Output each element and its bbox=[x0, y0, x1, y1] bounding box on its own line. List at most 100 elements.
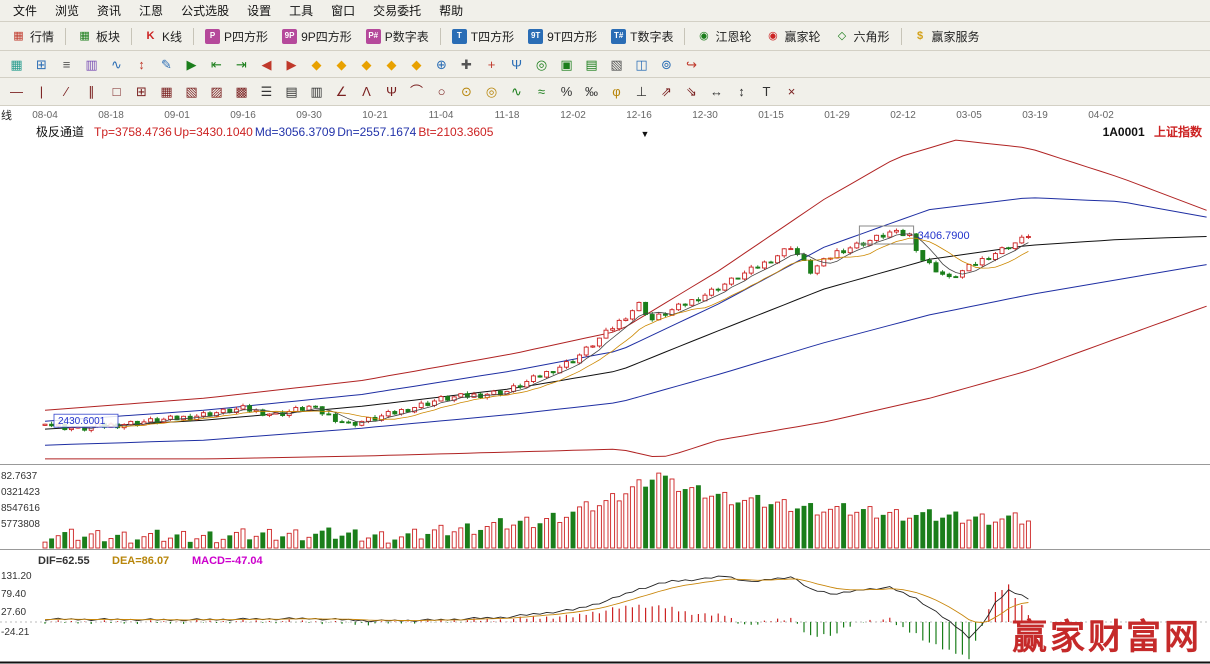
hline-icon: — bbox=[10, 85, 23, 98]
winner-service-icon: $ bbox=[913, 29, 928, 44]
vline-icon: | bbox=[40, 85, 43, 98]
diamond-5-button[interactable]: ◆ bbox=[404, 54, 429, 75]
prev-button[interactable]: ◀ bbox=[254, 54, 279, 75]
winner-wheel-button[interactable]: ◉赢家轮 bbox=[758, 25, 827, 48]
diamond-3-button[interactable]: ◆ bbox=[354, 54, 379, 75]
arrow-h-button[interactable]: ↔ bbox=[704, 81, 729, 102]
arc-button[interactable]: ⌒ bbox=[404, 81, 429, 102]
exit-button[interactable]: ↪ bbox=[679, 54, 704, 75]
play-button[interactable]: ▶ bbox=[179, 54, 204, 75]
updown-button[interactable]: ↕ bbox=[129, 54, 154, 75]
wave-button[interactable]: ∿ bbox=[504, 81, 529, 102]
market-view-button[interactable]: ▦ bbox=[4, 54, 29, 75]
t-square-button[interactable]: TT四方形 bbox=[445, 25, 521, 48]
ma5-line bbox=[71, 234, 1028, 428]
chart-button[interactable]: ▥ bbox=[79, 54, 104, 75]
panel-button[interactable]: ⊞ bbox=[29, 54, 54, 75]
hatch-left-button[interactable]: ▧ bbox=[179, 81, 204, 102]
icon-toolbar: ▦⊞≡▥∿↕✎▶⇤⇥◀▶◆◆◆◆◆⊕✚+Ψ◎▣▤▧◫⊚↪ bbox=[0, 51, 1210, 78]
calendar-button[interactable]: ▣ bbox=[554, 54, 579, 75]
last-page-button[interactable]: ⇥ bbox=[229, 54, 254, 75]
golden-ratio-icon: φ bbox=[612, 85, 620, 98]
diamond-2-button[interactable]: ◆ bbox=[329, 54, 354, 75]
pen-button[interactable]: ✎ bbox=[154, 54, 179, 75]
chart-canvas[interactable]: 08-0408-1809-0109-1609-3010-2111-0411-18… bbox=[0, 106, 1210, 664]
hatch-right-icon: ▨ bbox=[210, 85, 222, 98]
p9-square-label: 9P四方形 bbox=[301, 28, 352, 45]
text-tool-button[interactable]: T bbox=[754, 81, 779, 102]
arrow-se-button[interactable]: ⇘ bbox=[679, 81, 704, 102]
quote-list-button[interactable]: ≡ bbox=[54, 54, 79, 75]
kline-button[interactable]: KK线 bbox=[136, 25, 189, 48]
permille-button[interactable]: ‰ bbox=[579, 81, 604, 102]
svg-text:02-12: 02-12 bbox=[890, 110, 916, 121]
gann-grid-button[interactable]: ▦ bbox=[154, 81, 179, 102]
cycle-button[interactable]: ⊙ bbox=[454, 81, 479, 102]
diamond-4-button[interactable]: ◆ bbox=[379, 54, 404, 75]
t-table-button[interactable]: T#T数字表 bbox=[604, 25, 680, 48]
crosshair-button[interactable]: + bbox=[479, 54, 504, 75]
menu-browse[interactable]: 浏览 bbox=[46, 0, 88, 21]
menu-help[interactable]: 帮助 bbox=[430, 0, 472, 21]
wave2-button[interactable]: ≈ bbox=[529, 81, 554, 102]
hatch-right-button[interactable]: ▨ bbox=[204, 81, 229, 102]
menu-window[interactable]: 窗口 bbox=[322, 0, 364, 21]
blocks-label: 板块 bbox=[96, 28, 120, 45]
fan-lines-button[interactable]: Ψ bbox=[379, 81, 404, 102]
menu-gann[interactable]: 江恩 bbox=[130, 0, 172, 21]
quotes-button[interactable]: ▦行情 bbox=[4, 25, 61, 48]
ladder-button[interactable]: ☰ bbox=[254, 81, 279, 102]
hline-button[interactable]: — bbox=[4, 81, 29, 102]
wedge-button[interactable]: Λ bbox=[354, 81, 379, 102]
hand-button[interactable]: ✚ bbox=[454, 54, 479, 75]
menu-news[interactable]: 资讯 bbox=[88, 0, 130, 21]
menu-trade[interactable]: 交易委托 bbox=[364, 0, 430, 21]
arrow-ne-button[interactable]: ⇗ bbox=[654, 81, 679, 102]
hatch-cross-button[interactable]: ▩ bbox=[229, 81, 254, 102]
antenna-button[interactable]: Ψ bbox=[504, 54, 529, 75]
t9-square-button[interactable]: 9T9T四方形 bbox=[521, 25, 604, 48]
p-table-button[interactable]: P#P数字表 bbox=[359, 25, 436, 48]
next-icon: ▶ bbox=[287, 58, 297, 71]
percent-button[interactable]: % bbox=[554, 81, 579, 102]
world-button[interactable]: ⊚ bbox=[654, 54, 679, 75]
clipboard-button[interactable]: ▧ bbox=[604, 54, 629, 75]
winner-service-button[interactable]: $赢家服务 bbox=[906, 25, 987, 48]
trend-button[interactable]: ∿ bbox=[104, 54, 129, 75]
next-button[interactable]: ▶ bbox=[279, 54, 304, 75]
p-square-button[interactable]: PP四方形 bbox=[198, 25, 275, 48]
channel-button[interactable]: ∥ bbox=[79, 81, 104, 102]
menu-formula-pick[interactable]: 公式选股 bbox=[172, 0, 238, 21]
angle-button[interactable]: ∠ bbox=[329, 81, 354, 102]
save-button[interactable]: ◫ bbox=[629, 54, 654, 75]
menu-tools[interactable]: 工具 bbox=[280, 0, 322, 21]
circle-tool-button[interactable]: ○ bbox=[429, 81, 454, 102]
spiral-button[interactable]: ◎ bbox=[479, 81, 504, 102]
kline-label: K线 bbox=[162, 28, 182, 45]
gann-box-button[interactable]: ⊞ bbox=[129, 81, 154, 102]
diamond-1-button[interactable]: ◆ bbox=[304, 54, 329, 75]
globe-button[interactable]: ◎ bbox=[529, 54, 554, 75]
menu-settings[interactable]: 设置 bbox=[238, 0, 280, 21]
p9-square-button[interactable]: 9P9P四方形 bbox=[275, 25, 359, 48]
gann-wheel-button[interactable]: ◉江恩轮 bbox=[689, 25, 758, 48]
ruler-button[interactable]: ⊥ bbox=[629, 81, 654, 102]
dense-grid-button[interactable]: ▥ bbox=[304, 81, 329, 102]
golden-ratio-button[interactable]: φ bbox=[604, 81, 629, 102]
menu-file[interactable]: 文件 bbox=[4, 0, 46, 21]
delete-tool-button[interactable]: × bbox=[779, 81, 804, 102]
blocks-button[interactable]: ▦板块 bbox=[70, 25, 127, 48]
rect-tool-button[interactable]: □ bbox=[104, 81, 129, 102]
diamond-4-icon: ◆ bbox=[387, 58, 397, 71]
target-button[interactable]: ⊕ bbox=[429, 54, 454, 75]
steps-button[interactable]: ▤ bbox=[279, 81, 304, 102]
t-table-icon: T# bbox=[611, 29, 626, 44]
trendline-button[interactable]: ∕ bbox=[54, 81, 79, 102]
hexagon-button[interactable]: ◇六角形 bbox=[828, 25, 897, 48]
first-page-button[interactable]: ⇤ bbox=[204, 54, 229, 75]
report-button[interactable]: ▤ bbox=[579, 54, 604, 75]
toolbar-separator bbox=[131, 28, 132, 45]
chart-area[interactable]: 08-0408-1809-0109-1609-3010-2111-0411-18… bbox=[0, 106, 1210, 664]
arrow-v-button[interactable]: ↕ bbox=[729, 81, 754, 102]
vline-button[interactable]: | bbox=[29, 81, 54, 102]
